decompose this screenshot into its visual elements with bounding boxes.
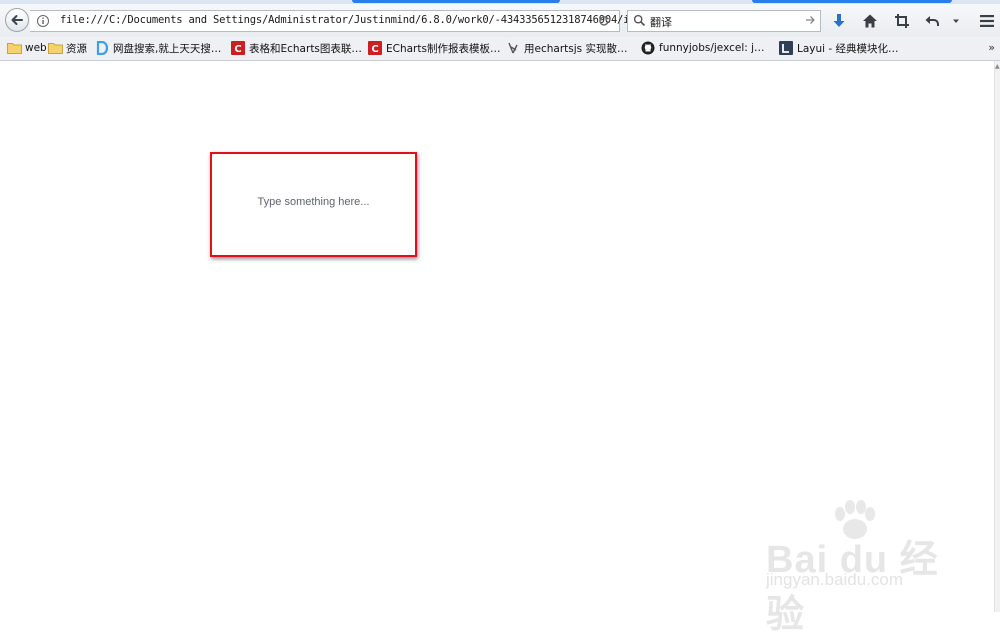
bookmark-jexcel-github[interactable]: funnyjobs/jexcel: j… — [640, 40, 765, 56]
address-bar[interactable]: file:///C:/Documents and Settings/Admini… — [30, 10, 654, 32]
bookmark-echarts-template[interactable]: C ECharts制作报表模板… — [367, 40, 500, 56]
reload-icon[interactable] — [597, 14, 611, 28]
bookmark-label: Layui - 经典模块化… — [797, 42, 899, 55]
search-icon — [633, 14, 646, 27]
bookmark-label: funnyjobs/jexcel: j… — [659, 42, 765, 54]
svg-text:C: C — [234, 44, 241, 55]
bookmark-echartsjs-scatter[interactable]: 用echartsjs 实现散… — [505, 40, 627, 56]
arrow-right-icon[interactable] — [804, 14, 816, 26]
bookmark-layui[interactable]: Layui - 经典模块化… — [778, 40, 899, 56]
vertical-scrollbar[interactable]: ▲ — [994, 61, 1000, 612]
history-dropdown[interactable] — [947, 12, 965, 30]
navigation-toolbar: file:///C:/Documents and Settings/Admini… — [0, 4, 1000, 37]
tab-indicator[interactable] — [352, 0, 560, 3]
bookmark-label: ECharts制作报表模板… — [386, 42, 501, 55]
home-icon — [863, 14, 877, 28]
svg-text:C: C — [371, 44, 378, 55]
undo-icon — [925, 16, 939, 26]
url-text[interactable]: file:///C:/Documents and Settings/Admini… — [60, 14, 654, 26]
text-area-input[interactable] — [212, 154, 415, 255]
back-button[interactable] — [5, 8, 29, 32]
scroll-up-icon[interactable]: ▲ — [995, 63, 1000, 70]
layui-icon — [778, 41, 794, 55]
folder-icon — [6, 41, 22, 55]
bookmark-web[interactable]: web — [6, 40, 47, 56]
info-icon[interactable] — [36, 14, 50, 28]
bookmark-label: 表格和Echarts图表联… — [249, 42, 362, 55]
download-icon — [833, 14, 845, 27]
bookmark-label: 用echartsjs 实现散… — [524, 42, 628, 55]
download-button[interactable] — [830, 12, 848, 30]
home-button[interactable] — [861, 12, 879, 30]
bookmark-resources[interactable]: 资源 — [47, 40, 87, 56]
menu-button[interactable] — [978, 12, 996, 30]
tab-indicator[interactable] — [752, 0, 952, 3]
history-back-button[interactable] — [923, 12, 941, 30]
csdn-icon: C — [367, 41, 383, 55]
baidu-jingyan-watermark: Bai du 经验 jingyan.baidu.com — [762, 500, 952, 636]
screenshot-button[interactable] — [893, 12, 911, 30]
bookmark-echarts-table[interactable]: C 表格和Echarts图表联… — [230, 40, 362, 56]
crop-icon — [895, 14, 909, 28]
bookmarks-toolbar: web 资源 网盘搜索,就上天天搜… C 表格和Echarts图表联… C EC… — [0, 37, 1000, 61]
d-logo-icon — [94, 41, 110, 55]
fork-icon — [505, 41, 521, 55]
bookmark-label: 资源 — [66, 42, 87, 55]
search-bar[interactable]: 翻译 — [627, 10, 821, 32]
bookmark-label: 网盘搜索,就上天天搜… — [113, 42, 222, 55]
search-input[interactable]: 翻译 — [650, 14, 672, 30]
github-icon — [640, 41, 656, 55]
bookmark-label: web — [25, 42, 47, 54]
arrow-left-icon — [11, 15, 23, 25]
hamburger-menu-icon — [980, 15, 994, 27]
chevron-down-icon — [953, 19, 959, 23]
bookmark-netdisk-search[interactable]: 网盘搜索,就上天天搜… — [94, 40, 221, 56]
text-area-container — [210, 152, 417, 257]
more-bookmarks-chevron-icon[interactable]: » — [988, 41, 995, 54]
watermark-site: jingyan.baidu.com — [766, 570, 904, 589]
csdn-icon: C — [230, 41, 246, 55]
folder-icon — [47, 41, 63, 55]
